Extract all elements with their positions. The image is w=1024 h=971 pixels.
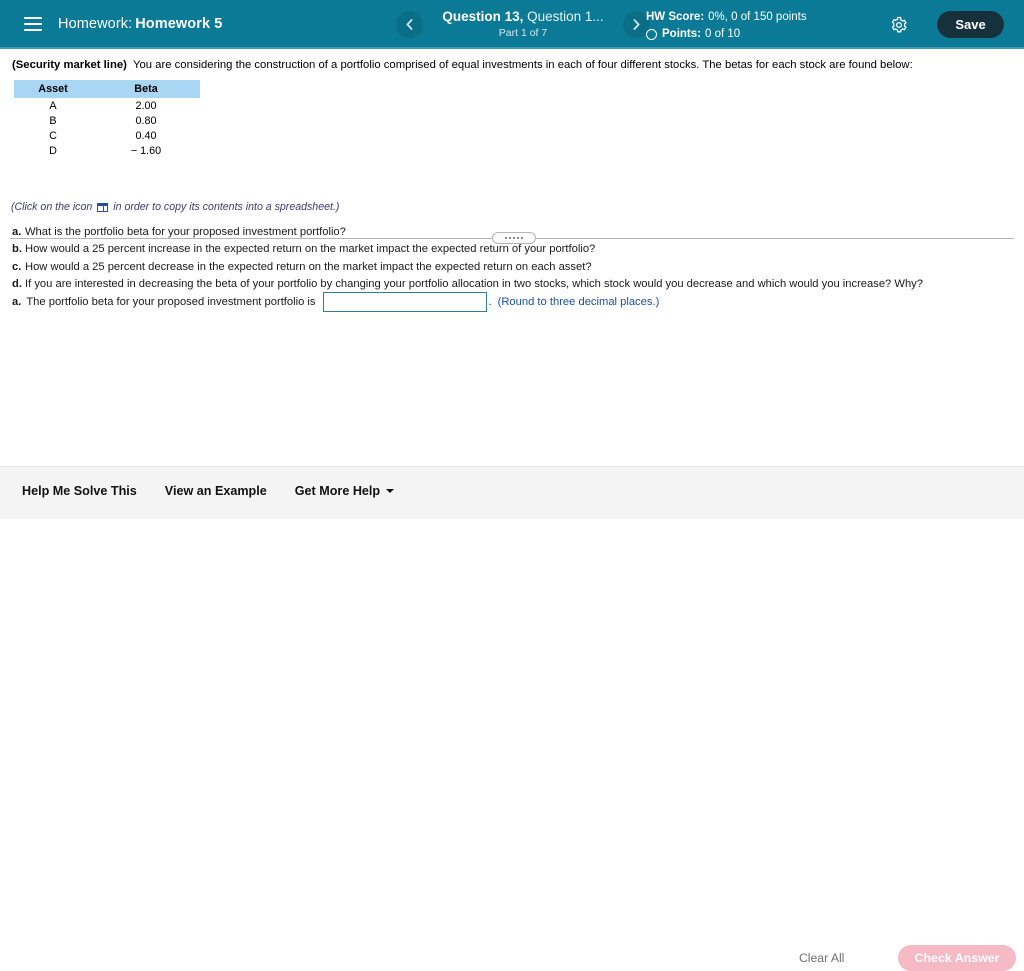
save-button[interactable]: Save	[937, 11, 1004, 38]
score-summary: HW Score: 0%, 0 of 150 points Points: 0 …	[646, 9, 807, 42]
points-value: 0 of 10	[704, 27, 741, 40]
question-title-line: Question 13, Question 1...	[433, 9, 613, 26]
question-topic: (Security market line)	[12, 59, 127, 71]
question-part-d: d. If you are interested in decreasing th…	[12, 276, 923, 293]
help-me-solve-this-button[interactable]: Help Me Solve This	[22, 484, 137, 498]
column-header-beta: Beta	[92, 80, 200, 98]
table-row: B 0.80	[14, 113, 200, 128]
question-navigator: Question 13, Question 1... Part 1 of 7	[396, 0, 650, 49]
question-prompt-text: You are considering the construction of …	[132, 59, 913, 71]
homework-label: Homework:	[58, 15, 133, 32]
hw-score-label: HW Score:	[646, 11, 705, 23]
divider-drag-handle[interactable]	[492, 232, 536, 244]
copy-note-text-before: (Click on the icon	[11, 201, 93, 213]
question-info: Question 13, Question 1... Part 1 of 7	[433, 9, 613, 40]
check-answer-button[interactable]: Check Answer	[898, 945, 1016, 971]
circle-outline-icon	[646, 28, 657, 40]
question-part-c: c. How would a 25 percent decrease in the…	[12, 259, 923, 276]
view-an-example-label: View an Example	[164, 484, 267, 498]
beta-table: Asset Beta A 2.00 B 0.80 C 0.40 D − 1.60	[14, 80, 200, 158]
question-part-label: Part 1 of 7	[498, 26, 548, 39]
answer-row: a. The portfolio beta for your proposed …	[12, 292, 659, 312]
hamburger-menu-icon[interactable]	[24, 16, 42, 31]
settings-gear-icon[interactable]	[890, 16, 908, 34]
chevron-left-icon	[406, 19, 413, 30]
bottom-toolbar: Help Me Solve This View an Example Get M…	[0, 466, 1024, 971]
part-letter: d.	[12, 278, 22, 291]
cell-beta: 2.00	[135, 99, 157, 112]
help-links: Help Me Solve This View an Example Get M…	[22, 484, 395, 498]
homework-name: Homework 5	[135, 15, 223, 32]
clear-all-button[interactable]: Clear All	[799, 951, 844, 965]
table-header-row: Asset Beta	[14, 80, 200, 98]
question-content: (Security market line) You are consideri…	[0, 49, 1024, 466]
hw-score-value: 0%, 0 of 150 points	[708, 11, 807, 23]
points-line: Points: 0 of 10	[646, 26, 807, 43]
question-subtitle: Question 1...	[527, 9, 604, 24]
help-me-solve-this-label: Help Me Solve This	[22, 484, 137, 498]
column-header-asset: Asset	[14, 80, 92, 98]
chevron-right-icon	[633, 19, 640, 30]
rounding-hint: (Round to three decimal places.)	[497, 296, 660, 308]
answer-period: .	[488, 296, 492, 308]
points-label: Points:	[662, 27, 701, 40]
portfolio-beta-input[interactable]	[322, 292, 487, 312]
get-more-help-button[interactable]: Get More Help	[294, 484, 395, 498]
spreadsheet-icon[interactable]	[97, 202, 109, 213]
copy-note-text-after: in order to copy its contents into a spr…	[113, 201, 340, 213]
part-letter: c.	[12, 260, 22, 273]
cell-beta: 0.40	[135, 129, 157, 142]
answer-label: The portfolio beta for your proposed inv…	[26, 296, 316, 308]
cell-beta: 0.80	[135, 114, 157, 127]
table-row: C 0.40	[14, 128, 200, 143]
cell-asset: C	[49, 129, 57, 142]
homework-title: Homework: Homework 5	[58, 16, 222, 32]
cell-beta: − 1.60	[130, 144, 162, 157]
copy-to-spreadsheet-note: (Click on the icon in order to copy its …	[11, 201, 339, 213]
part-text: How would a 25 percent decrease in the e…	[25, 260, 592, 273]
table-row: A 2.00	[14, 98, 200, 113]
previous-question-button[interactable]	[396, 11, 423, 38]
part-text: If you are interested in decreasing the …	[25, 278, 923, 291]
part-text: How would a 25 percent increase in the e…	[25, 243, 596, 256]
cell-asset: A	[49, 99, 57, 112]
question-number: Question 13,	[442, 9, 524, 24]
answer-part-letter: a.	[12, 296, 22, 308]
view-an-example-button[interactable]: View an Example	[165, 484, 267, 498]
cell-asset: B	[49, 114, 57, 127]
chevron-down-icon	[386, 489, 395, 493]
cell-asset: D	[49, 144, 57, 157]
hw-score-line: HW Score: 0%, 0 of 150 points	[646, 9, 807, 26]
panel-divider	[10, 232, 1014, 244]
app-header: Homework: Homework 5 Question 13, Questio…	[0, 0, 1024, 49]
get-more-help-label: Get More Help	[294, 484, 381, 498]
table-row: D − 1.60	[14, 143, 200, 158]
question-prompt: (Security market line) You are consideri…	[12, 59, 913, 71]
